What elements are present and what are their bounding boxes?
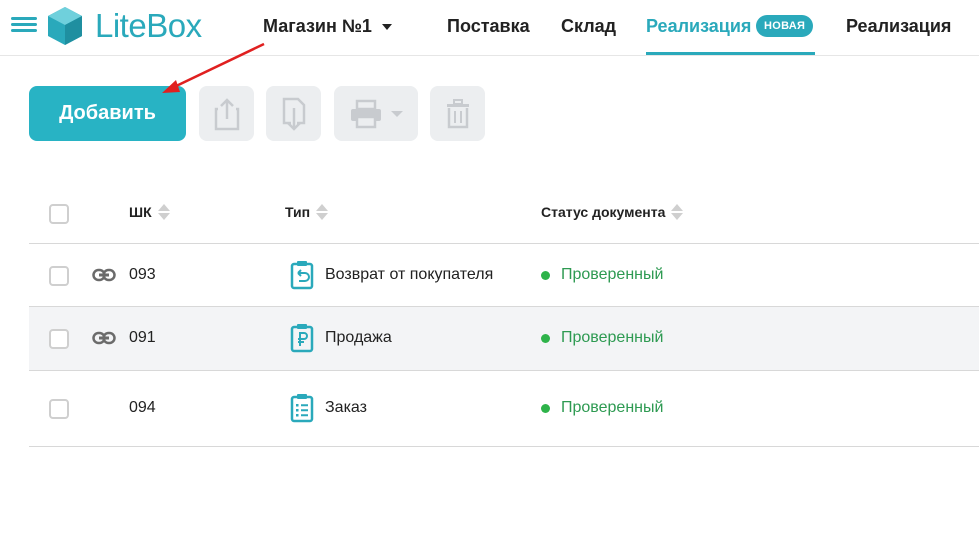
type-cell: Продажа: [325, 329, 392, 346]
chevron-down-icon: [391, 110, 403, 117]
status-dot: [541, 270, 550, 280]
status-cell: Проверенный: [541, 399, 663, 417]
nav-sales[interactable]: Реализация: [846, 16, 951, 37]
column-barcode-label: ШК: [129, 204, 152, 220]
column-status[interactable]: Статус документа: [541, 204, 684, 220]
active-tab-indicator: [646, 52, 815, 55]
type-cell: Возврат от покупателя: [325, 266, 494, 283]
barcode-cell: 093: [129, 266, 156, 283]
table-header: ШК Тип Статус документа: [29, 182, 979, 244]
nav-sales-new[interactable]: Реализация: [646, 16, 751, 37]
link-icon[interactable]: [92, 330, 116, 346]
barcode-cell: 094: [129, 399, 156, 416]
sort-icon: [671, 204, 684, 220]
status-cell: Проверенный: [541, 329, 663, 347]
store-label: Магазин №1: [263, 16, 372, 36]
menu-icon[interactable]: [11, 17, 37, 37]
import-icon: [282, 97, 305, 131]
table-row[interactable]: 094 Заказ Проверенный: [29, 371, 979, 447]
trash-icon: [446, 98, 469, 128]
type-cell: Заказ: [325, 399, 367, 416]
print-icon: [351, 99, 381, 128]
sort-icon: [316, 204, 329, 220]
print-button[interactable]: [334, 86, 418, 141]
order-document-icon: [290, 394, 314, 423]
status-dot: [541, 403, 550, 413]
table-row[interactable]: 093 Возврат от покупателя Проверенный: [29, 244, 979, 307]
caret-down-icon: [381, 23, 392, 30]
row-checkbox[interactable]: [49, 266, 69, 286]
delete-button[interactable]: [430, 86, 485, 141]
nav-supply[interactable]: Поставка: [447, 16, 530, 37]
logo[interactable]: LiteBox: [47, 6, 202, 46]
new-badge: НОВАЯ: [756, 15, 814, 37]
litebox-logo-icon: [48, 7, 82, 45]
status-label: Проверенный: [561, 266, 664, 283]
barcode-cell: 091: [129, 329, 156, 346]
add-button[interactable]: Добавить: [29, 86, 186, 141]
export-button[interactable]: [199, 86, 254, 141]
row-checkbox[interactable]: [49, 329, 69, 349]
column-barcode[interactable]: ШК: [129, 204, 170, 220]
logo-text: LiteBox: [95, 7, 202, 44]
status-cell: Проверенный: [541, 266, 663, 284]
nav-warehouse[interactable]: Склад: [561, 16, 616, 37]
sort-icon: [157, 204, 170, 220]
link-icon[interactable]: [92, 267, 116, 283]
import-button[interactable]: [266, 86, 321, 141]
select-all-checkbox[interactable]: [49, 204, 69, 224]
export-icon: [214, 97, 239, 130]
return-document-icon: [290, 261, 314, 290]
store-selector[interactable]: Магазин №1: [263, 16, 392, 37]
row-checkbox[interactable]: [49, 399, 69, 419]
column-status-label: Статус документа: [541, 204, 666, 220]
table-row[interactable]: 091 Продажа Проверенный: [29, 307, 979, 371]
status-label: Проверенный: [561, 329, 664, 346]
column-type[interactable]: Тип: [285, 204, 329, 220]
status-label: Проверенный: [561, 399, 664, 416]
top-bar: LiteBox Магазин №1 Поставка Склад Реализ…: [0, 0, 979, 56]
status-dot: [541, 333, 550, 343]
column-type-label: Тип: [285, 204, 311, 220]
sale-document-icon: [290, 324, 314, 353]
